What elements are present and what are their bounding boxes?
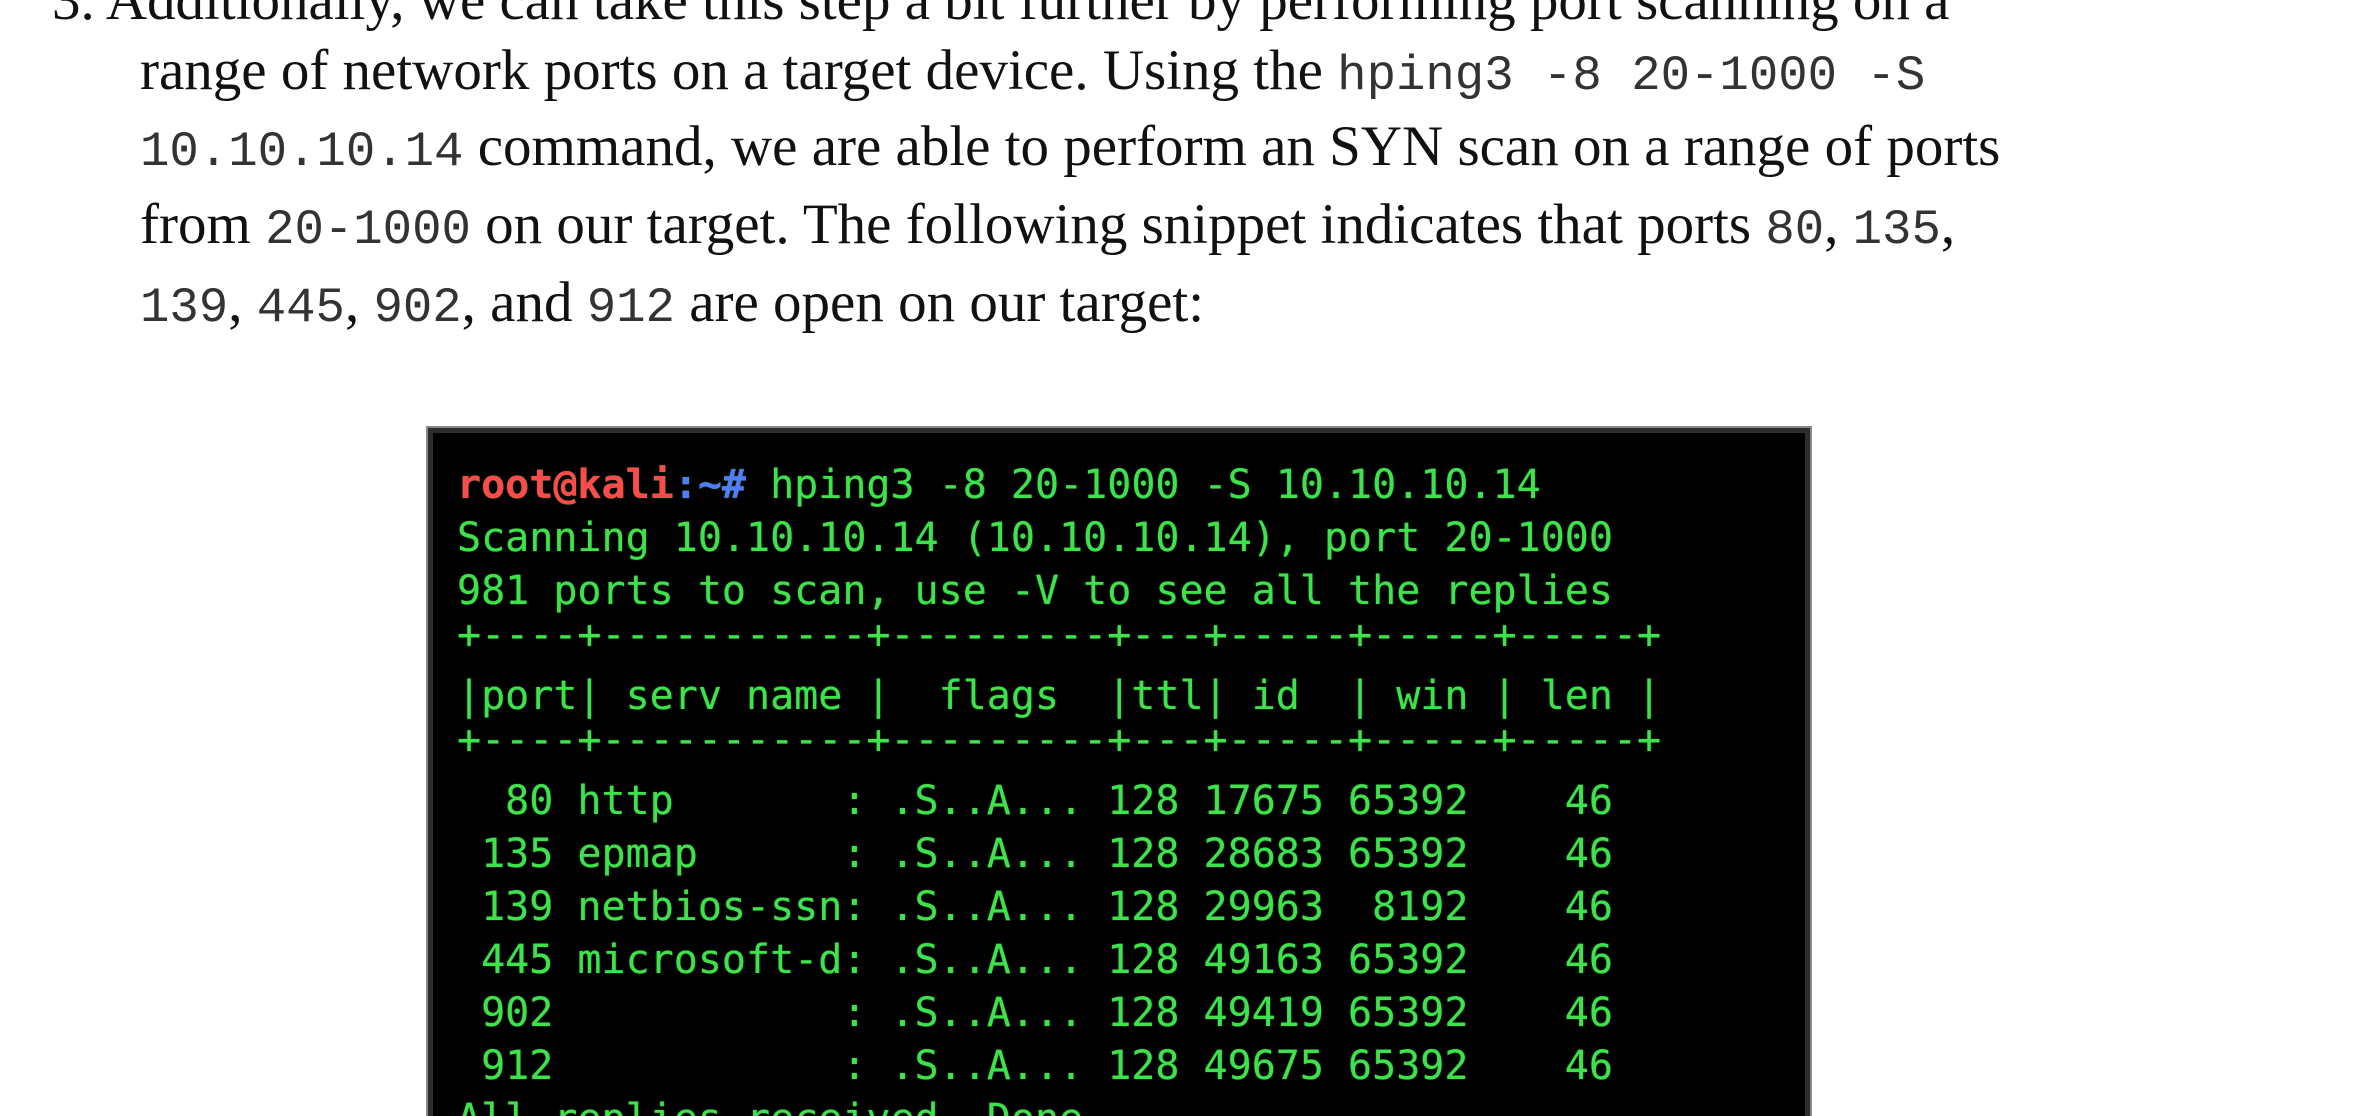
inline-code: 10.10.10.14 [140,124,464,180]
paragraph-text: , [228,271,257,334]
terminal-prompt-line: root@kali:~# hping3 -8 20-1000 -S 10.10.… [457,459,1541,512]
terminal-table-row: 80 http : .S..A... 128 17675 65392 46 [457,778,1613,824]
terminal-table-row: 445 microsoft-d: .S..A... 128 49163 6539… [457,937,1613,983]
paragraph-text: range of network ports on a target devic… [140,39,1338,102]
paragraph-line-2: range of network ports on a target devic… [140,32,1925,110]
page: 3. Additionally, we can take this step a… [0,0,2360,1116]
paragraph-text: from [140,193,266,256]
inline-code: 20-1000 [265,202,471,258]
terminal-table-row: 912 : .S..A... 128 49675 65392 46 [457,1043,1613,1089]
inline-code: 139 [140,280,229,336]
paragraph-text: , [1824,193,1853,256]
inline-code: hping3 -8 20-1000 -S [1337,48,1926,104]
inline-code: 80 [1765,202,1825,258]
paragraph-text: 3. Additionally, we can take this step a… [52,0,1950,32]
inline-code: 912 [586,280,675,336]
terminal-screenshot: root@kali:~# hping3 -8 20-1000 -S 10.10.… [428,428,1810,1116]
inline-code: 445 [256,280,345,336]
paragraph-line-4: from 20-1000 on our target. The followin… [140,186,1955,264]
terminal-output-line: 981 ports to scan, use -V to see all the… [457,568,1613,614]
terminal-table-row: 902 : .S..A... 128 49419 65392 46 [457,990,1613,1036]
terminal-table-row: 135 epmap : .S..A... 128 28683 65392 46 [457,831,1613,877]
prompt-command: hping3 -8 20-1000 -S 10.10.10.14 [746,462,1541,508]
terminal-table-border: +----+-----------+---------+---+-----+--… [457,717,1662,763]
terminal-output-line: Scanning 10.10.10.14 (10.10.10.14), port… [457,515,1613,561]
terminal-output-line: All replies received. Done. [457,1093,1107,1116]
paragraph-text: are open on our target: [674,271,1205,334]
inline-code: 902 [373,280,462,336]
inline-code: 135 [1852,202,1941,258]
prompt-path: :~# [673,462,746,508]
paragraph-line-3: 10.10.10.14 command, we are able to perf… [140,108,2000,186]
paragraph-line-5: 139, 445, 902, and 912 are open on our t… [140,264,1204,342]
paragraph-text: , and [461,271,587,334]
paragraph-text: command, we are able to perform an SYN s… [463,115,2001,178]
prompt-user: root@kali [457,462,674,508]
paragraph-text: on our target. The following snippet ind… [470,193,1766,256]
terminal-table-header: |port| serv name | flags |ttl| id | win … [457,673,1662,719]
terminal-table-border: +----+-----------+---------+---+-----+--… [457,612,1662,658]
paragraph-text: , [1940,193,1956,256]
terminal-table-row: 139 netbios-ssn: .S..A... 128 29963 8192… [457,884,1613,930]
paragraph-text: , [344,271,374,334]
